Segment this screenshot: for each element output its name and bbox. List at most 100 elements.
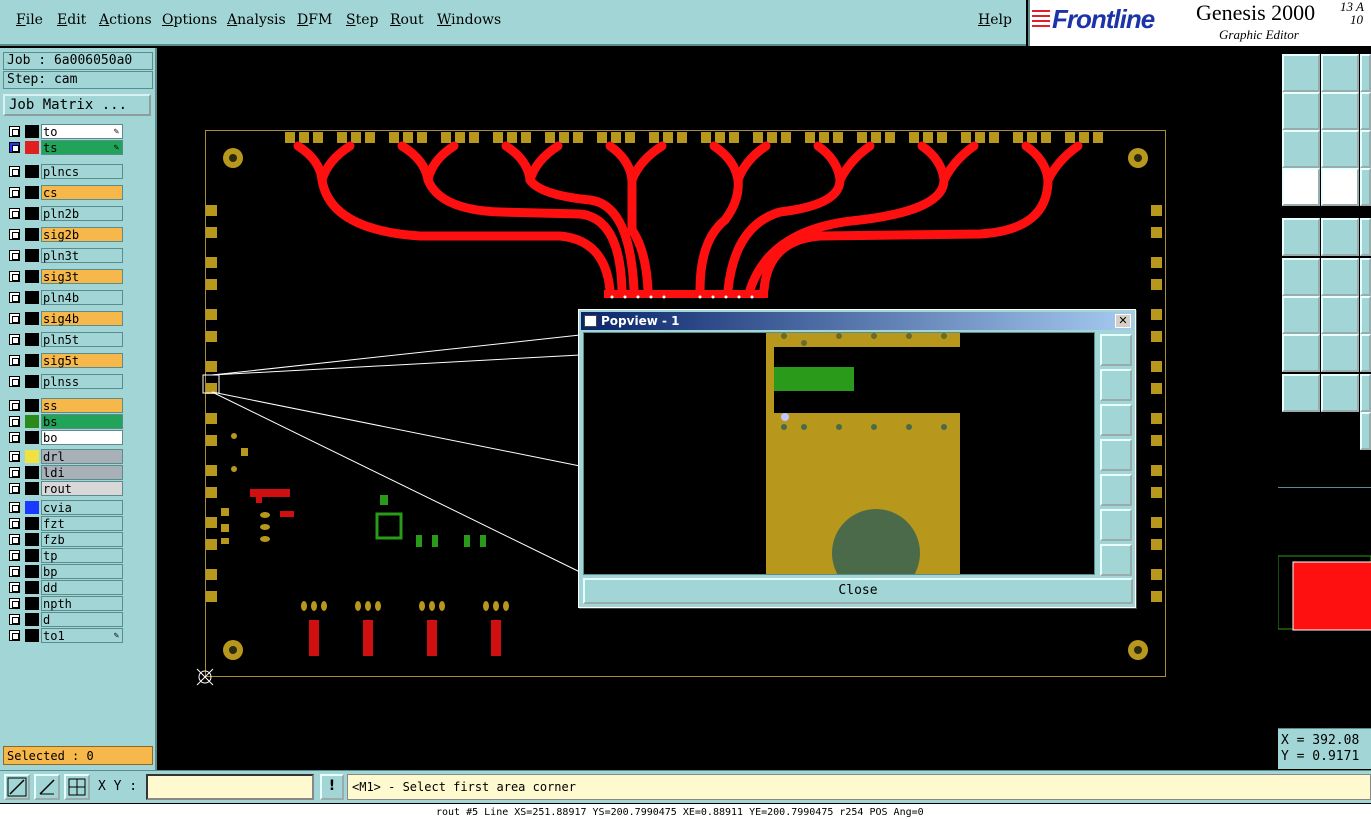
menu-edit[interactable]: Edit (57, 12, 86, 28)
layer-color-swatch[interactable] (25, 291, 39, 304)
layer-checkbox[interactable] (9, 208, 20, 219)
move-down-icon[interactable] (1321, 54, 1359, 92)
angle-icon[interactable] (1282, 296, 1320, 334)
move-left-icon[interactable] (1321, 92, 1359, 130)
layer-color-swatch[interactable] (25, 186, 39, 199)
popview-pan-down-icon[interactable] (1100, 404, 1132, 436)
layer-color-swatch[interactable] (25, 354, 39, 367)
layer-checkbox[interactable] (9, 334, 20, 345)
layer-checkbox[interactable] (9, 582, 20, 593)
layer-color-swatch[interactable] (25, 375, 39, 388)
layer-color-swatch[interactable] (25, 482, 39, 495)
layer-color-swatch[interactable] (25, 597, 39, 610)
layer-row-fzt[interactable]: fzt (5, 516, 125, 531)
layer-row-rout[interactable]: rout (5, 481, 125, 496)
layer-color-swatch[interactable] (25, 581, 39, 594)
layer-color-swatch[interactable] (25, 501, 39, 514)
layer-checkbox[interactable] (9, 432, 20, 443)
layer-checkbox[interactable] (9, 313, 20, 324)
layer-color-swatch[interactable] (25, 565, 39, 578)
join-icon[interactable] (1282, 334, 1320, 372)
add-pad-icon[interactable] (1282, 218, 1320, 256)
toolbar-overflow-button[interactable] (1360, 168, 1371, 206)
job-matrix-button[interactable]: Job Matrix ... (3, 94, 151, 116)
layer-checkbox[interactable] (9, 550, 20, 561)
layer-color-swatch[interactable] (25, 207, 39, 220)
layer-tool-icon[interactable] (1282, 168, 1320, 206)
layer-color-swatch[interactable] (25, 399, 39, 412)
layer-checkbox[interactable] (9, 355, 20, 366)
toolbar-overflow-button[interactable] (1360, 334, 1371, 372)
popview-zoom-in-icon[interactable] (1100, 509, 1132, 541)
warning-icon[interactable]: ! (320, 774, 344, 800)
xy-input[interactable] (146, 774, 314, 800)
layer-checkbox[interactable] (9, 292, 20, 303)
move-right-icon[interactable] (1282, 92, 1320, 130)
menu-file[interactable]: File (16, 12, 43, 28)
layer-row-cs[interactable]: cs (5, 185, 125, 200)
menu-step[interactable]: Step (346, 12, 378, 28)
zoom-fit-icon[interactable] (1282, 130, 1320, 168)
layer-row-ts[interactable]: ts ✎ (5, 140, 125, 155)
toolbar-overflow-button[interactable] (1360, 54, 1371, 92)
connect-icon[interactable] (1282, 258, 1320, 296)
layer-checkbox[interactable] (9, 451, 20, 462)
line-edit-icon[interactable] (1321, 218, 1359, 256)
layer-checkbox[interactable] (9, 416, 20, 427)
layer-row-bo[interactable]: bo (5, 430, 125, 445)
layer-checkbox[interactable] (9, 126, 20, 137)
layer-color-swatch[interactable] (25, 249, 39, 262)
layer-row-sig3t[interactable]: sig3t (5, 269, 125, 284)
menu-rout[interactable]: Rout (390, 12, 424, 28)
layer-row-tp[interactable]: tp (5, 548, 125, 563)
layer-checkbox[interactable] (9, 502, 20, 513)
popview-canvas[interactable] (583, 332, 1095, 597)
layer-color-swatch[interactable] (25, 125, 39, 138)
menu-analysis[interactable]: Analysis (227, 12, 286, 28)
overview-map[interactable] (1278, 488, 1371, 728)
layer-checkbox[interactable] (9, 187, 20, 198)
triangle-alt-icon[interactable] (1321, 374, 1359, 412)
layer-checkbox[interactable] (9, 250, 20, 261)
layer-checkbox[interactable] (9, 534, 20, 545)
layer-color-swatch[interactable] (25, 312, 39, 325)
layer-color-swatch[interactable] (25, 270, 39, 283)
layer-row-pln2b[interactable]: pln2b (5, 206, 125, 221)
toolbar-overflow-button[interactable] (1360, 218, 1371, 256)
toolbar-overflow-button[interactable] (1360, 412, 1371, 450)
layer-color-swatch[interactable] (25, 228, 39, 241)
layer-row-bp[interactable]: bp (5, 564, 125, 579)
layer-checkbox[interactable] (9, 142, 20, 153)
layer-checkbox[interactable] (9, 467, 20, 478)
menu-options[interactable]: Options (162, 12, 217, 28)
grid-icon[interactable] (64, 774, 90, 800)
layer-checkbox[interactable] (9, 229, 20, 240)
popview-pan-left-icon[interactable] (1100, 439, 1132, 471)
menu-dfm[interactable]: DFM (297, 12, 332, 28)
move-up-icon[interactable] (1282, 54, 1320, 92)
layer-checkbox[interactable] (9, 630, 20, 641)
close-icon[interactable]: ✕ (1115, 314, 1131, 328)
snap-icon[interactable] (34, 774, 60, 800)
popview-zoom-out-icon[interactable] (1100, 544, 1132, 576)
layer-row-pln5t[interactable]: pln5t (5, 332, 125, 347)
layer-row-plncs[interactable]: plncs (5, 164, 125, 179)
layer-row-to[interactable]: to ✎ (5, 124, 125, 139)
layer-color-swatch[interactable] (25, 141, 39, 154)
layer-color-swatch[interactable] (25, 629, 39, 642)
toolbar-overflow-button[interactable] (1360, 374, 1371, 412)
menu-windows[interactable]: Windows (437, 12, 501, 28)
route-tool-icon[interactable] (1321, 168, 1359, 206)
layer-row-sig4b[interactable]: sig4b (5, 311, 125, 326)
layer-checkbox[interactable] (9, 566, 20, 577)
layer-row-pln3t[interactable]: pln3t (5, 248, 125, 263)
layer-color-swatch[interactable] (25, 549, 39, 562)
layer-row-drl[interactable]: drl (5, 449, 125, 464)
layer-row-ldi[interactable]: ldi (5, 465, 125, 480)
slant-icon[interactable] (1321, 296, 1359, 334)
layer-checkbox[interactable] (9, 376, 20, 387)
layer-color-swatch[interactable] (25, 613, 39, 626)
menu-actions[interactable]: Actions (99, 12, 152, 28)
menu-help[interactable]: Help (978, 12, 1012, 28)
layer-checkbox[interactable] (9, 483, 20, 494)
